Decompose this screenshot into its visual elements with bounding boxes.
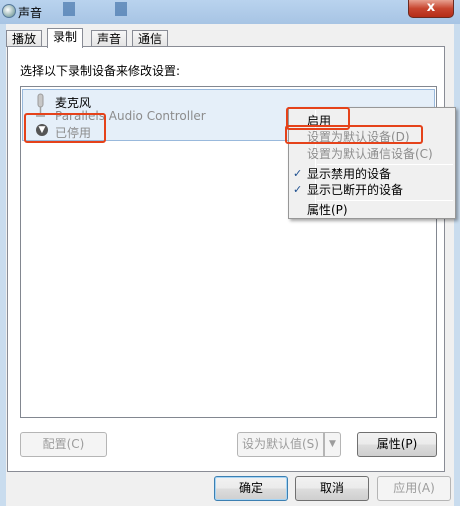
menu-separator — [317, 164, 453, 165]
ok-button[interactable]: 确定 — [214, 476, 288, 501]
menu-item-enable[interactable]: 启用 — [307, 113, 331, 129]
menu-item-set-default-comm-device[interactable]: 设置为默认通信设备(C) — [307, 146, 433, 162]
title-bar: 声音 x — [0, 0, 460, 24]
background-window-icon — [115, 2, 127, 16]
apply-button[interactable]: 应用(A) — [377, 476, 451, 501]
menu-item-show-disabled[interactable]: 显示禁用的设备 — [307, 166, 391, 182]
menu-separator — [317, 200, 453, 201]
tab-recording[interactable]: 录制 — [47, 28, 84, 48]
menu-item-properties[interactable]: 属性(P) — [307, 202, 348, 218]
tab-playback[interactable]: 播放 — [6, 30, 43, 47]
menu-item-show-disconnected[interactable]: 显示已断开的设备 — [307, 182, 403, 198]
properties-button[interactable]: 属性(P) — [357, 432, 437, 457]
configure-button[interactable]: 配置(C) — [20, 432, 107, 457]
check-icon: ✓ — [293, 167, 303, 180]
context-menu: 启用 设置为默认设备(D) 设置为默认通信设备(C) ✓ 显示禁用的设备 ✓ 显… — [288, 107, 456, 219]
instruction-text: 选择以下录制设备来修改设置: — [20, 64, 181, 78]
chevron-down-icon[interactable]: ▼ — [324, 432, 341, 457]
window-title: 声音 — [18, 6, 43, 20]
close-button[interactable]: x — [408, 0, 454, 18]
speaker-icon — [2, 4, 16, 18]
menu-item-set-default-device[interactable]: 设置为默认设备(D) — [307, 129, 410, 145]
device-description: Parallels Audio Controller — [55, 109, 206, 123]
device-status: 已停用 — [55, 126, 92, 140]
set-default-button[interactable]: 设为默认值(S) — [237, 432, 324, 457]
disabled-arrow-icon: ▼ — [36, 124, 48, 136]
background-window-icon — [63, 2, 75, 16]
tab-sounds[interactable]: 声音 — [91, 30, 128, 47]
check-icon: ✓ — [293, 183, 303, 196]
microphone-icon — [36, 93, 45, 117]
tab-communications[interactable]: 通信 — [132, 30, 169, 47]
cancel-button[interactable]: 取消 — [295, 476, 369, 501]
close-icon: x — [426, 0, 436, 15]
